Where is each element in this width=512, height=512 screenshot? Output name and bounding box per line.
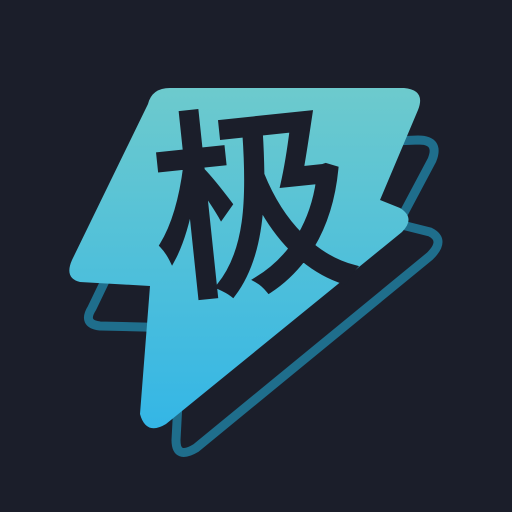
app-icon: 极 [0,0,512,512]
lightning-bolt-icon [69,88,443,457]
bolt-front [69,88,421,429]
